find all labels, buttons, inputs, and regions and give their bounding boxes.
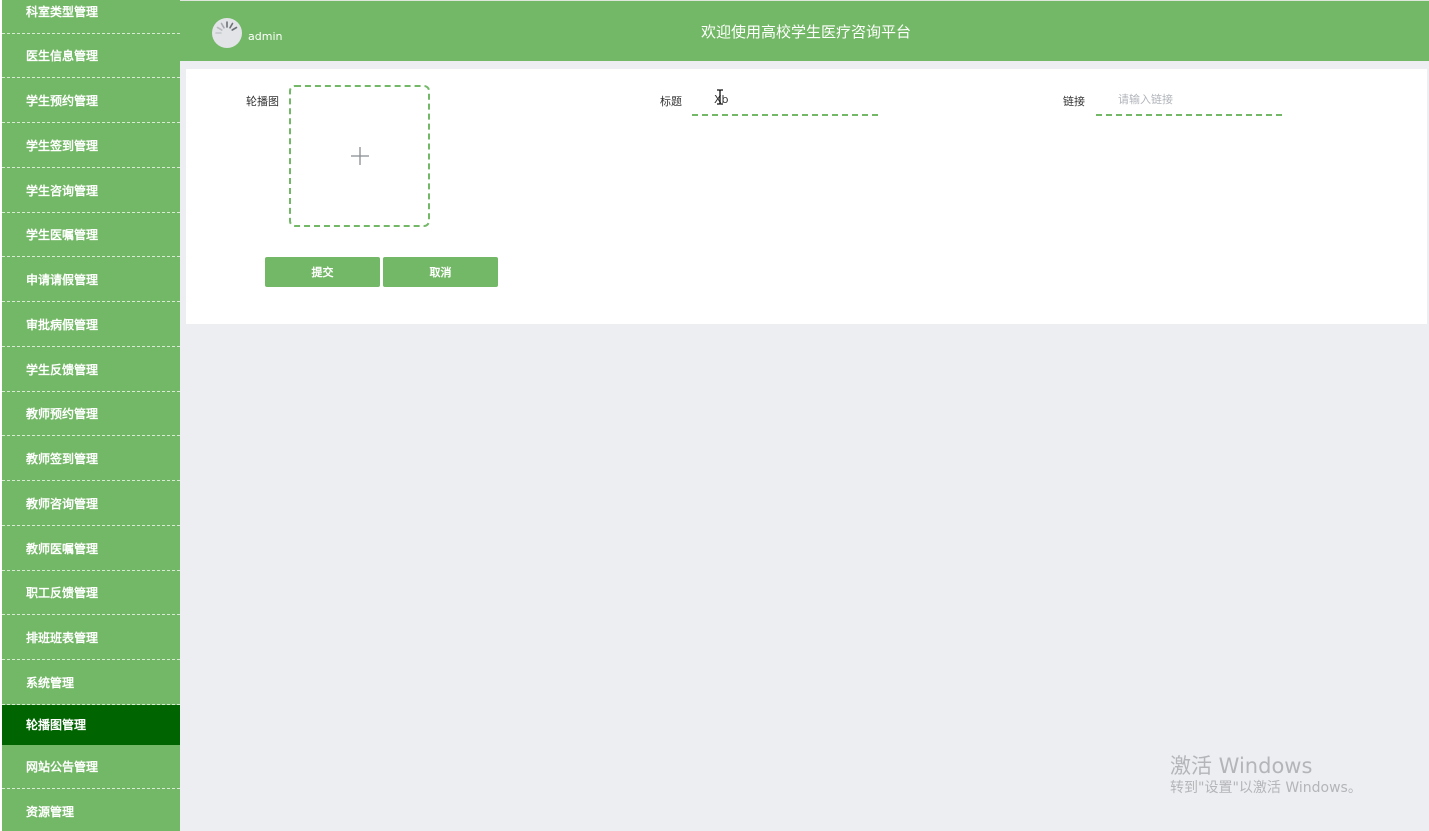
sidebar-item-system[interactable]: 系统管理	[2, 661, 180, 705]
image-label: 轮播图	[246, 95, 279, 108]
sidebar-item-label: 教师预约管理	[26, 407, 99, 421]
sidebar: 科室类型管理 医生信息管理 学生预约管理 学生签到管理 学生咨询管理 学生医嘱管…	[0, 0, 180, 831]
link-input[interactable]	[1096, 84, 1282, 116]
sidebar-item-label: 排班班表管理	[26, 631, 99, 645]
sidebar-item-leave-requests[interactable]: 申请请假管理	[2, 258, 180, 302]
title-label: 标题	[660, 95, 682, 108]
sidebar-item-label: 网站公告管理	[26, 760, 99, 774]
cancel-button[interactable]: 取消	[383, 257, 498, 287]
carousel-form-panel: 轮播图 标题 链接 提交 取消	[186, 69, 1427, 324]
sidebar-item-label: 审批病假管理	[26, 318, 99, 332]
sidebar-item-student-consultation[interactable]: 学生咨询管理	[2, 169, 180, 213]
sidebar-item-label: 科室类型管理	[26, 5, 99, 19]
sidebar-item-label: 学生预约管理	[26, 94, 99, 108]
sidebar-item-teacher-checkin[interactable]: 教师签到管理	[2, 437, 180, 481]
sidebar-item-label: 教师咨询管理	[26, 497, 99, 511]
sidebar-item-teacher-orders[interactable]: 教师医嘱管理	[2, 527, 180, 571]
sidebar-item-staff-feedback[interactable]: 职工反馈管理	[2, 571, 180, 615]
page-title: 欢迎使用高校学生医疗咨询平台	[700, 23, 911, 41]
activation-watermark-title: 激活 Windows	[1170, 754, 1313, 778]
sidebar-item-doctor-info[interactable]: 医生信息管理	[2, 34, 180, 78]
sidebar-item-label: 教师医嘱管理	[26, 542, 99, 556]
sidebar-item-label: 教师签到管理	[26, 452, 99, 466]
sidebar-item-resources[interactable]: 资源管理	[2, 790, 180, 831]
sidebar-item-student-checkin[interactable]: 学生签到管理	[2, 124, 180, 168]
text-cursor-icon	[717, 89, 723, 105]
sidebar-item-label: 学生医嘱管理	[26, 228, 99, 242]
link-label: 链接	[1063, 95, 1085, 108]
sidebar-item-teacher-consultation[interactable]: 教师咨询管理	[2, 482, 180, 526]
sidebar-item-student-orders[interactable]: 学生医嘱管理	[2, 213, 180, 257]
top-header: admin 欢迎使用高校学生医疗咨询平台	[180, 0, 1429, 61]
sidebar-item-schedule[interactable]: 排班班表管理	[2, 616, 180, 660]
sidebar-item-label: 系统管理	[26, 676, 75, 690]
activation-watermark-subtitle: 转到"设置"以激活 Windows。	[1170, 780, 1362, 796]
sidebar-item-label: 学生咨询管理	[26, 184, 99, 198]
sidebar-item-label: 申请请假管理	[26, 273, 99, 287]
image-upload-box[interactable]	[289, 85, 430, 227]
sidebar-item-carousel[interactable]: 轮播图管理	[2, 705, 180, 745]
sidebar-item-label: 学生反馈管理	[26, 363, 99, 377]
sidebar-item-sick-leave-approval[interactable]: 审批病假管理	[2, 303, 180, 347]
sidebar-item-teacher-appointments[interactable]: 教师预约管理	[2, 392, 180, 436]
submit-button[interactable]: 提交	[265, 257, 380, 287]
sidebar-item-student-appointments[interactable]: 学生预约管理	[2, 79, 180, 123]
sidebar-item-label: 资源管理	[26, 805, 75, 819]
sidebar-item-department-types[interactable]: 科室类型管理	[2, 0, 180, 34]
sidebar-item-label: 轮播图管理	[26, 718, 87, 732]
sidebar-item-student-feedback[interactable]: 学生反馈管理	[2, 348, 180, 392]
plus-icon	[350, 147, 369, 165]
sidebar-item-announcements[interactable]: 网站公告管理	[2, 745, 180, 789]
sidebar-item-label: 职工反馈管理	[26, 586, 99, 600]
sidebar-item-label: 医生信息管理	[26, 49, 99, 63]
sidebar-item-label: 学生签到管理	[26, 139, 99, 153]
